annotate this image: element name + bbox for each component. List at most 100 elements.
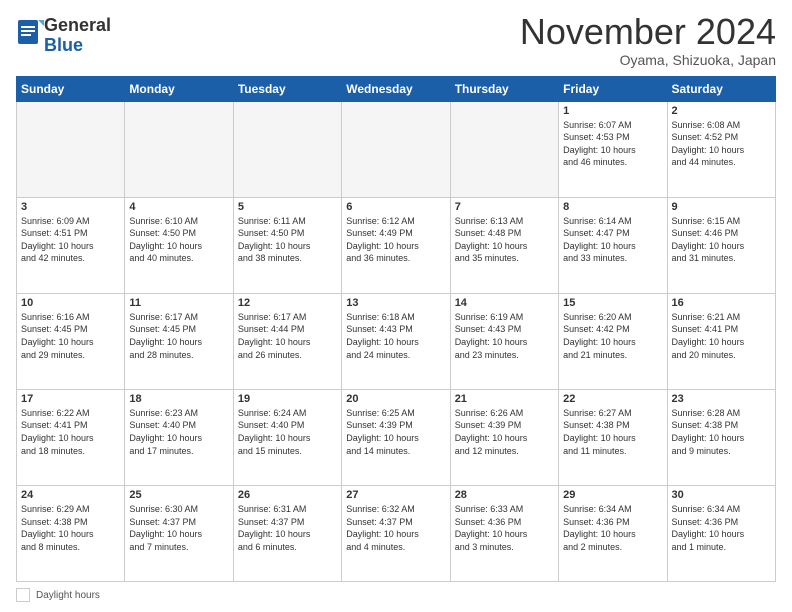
day-number: 16 — [672, 297, 771, 309]
table-row: 23 Sunrise: 6:28 AM Sunset: 4:38 PM Dayli… — [667, 389, 775, 485]
day-number: 27 — [346, 489, 445, 501]
table-row: 10 Sunrise: 6:16 AM Sunset: 4:45 PM Dayli… — [17, 293, 125, 389]
day-info: Sunrise: 6:28 AM Sunset: 4:38 PM Dayligh… — [672, 407, 771, 457]
table-row — [125, 101, 233, 197]
day-number: 4 — [129, 201, 228, 213]
location: Oyama, Shizuoka, Japan — [520, 52, 776, 68]
col-monday: Monday — [125, 76, 233, 101]
day-info: Sunrise: 6:32 AM Sunset: 4:37 PM Dayligh… — [346, 503, 445, 553]
logo: General Blue — [16, 12, 111, 56]
table-row: 4 Sunrise: 6:10 AM Sunset: 4:50 PM Daylig… — [125, 197, 233, 293]
legend-box — [16, 588, 30, 602]
day-number: 8 — [563, 201, 662, 213]
day-info: Sunrise: 6:11 AM Sunset: 4:50 PM Dayligh… — [238, 215, 337, 265]
day-info: Sunrise: 6:25 AM Sunset: 4:39 PM Dayligh… — [346, 407, 445, 457]
day-number: 9 — [672, 201, 771, 213]
table-row: 28Sunrise: 6:33 AM Sunset: 4:36 PM Dayli… — [450, 485, 558, 581]
table-row: 11Sunrise: 6:17 AM Sunset: 4:45 PM Dayli… — [125, 293, 233, 389]
table-row: 13Sunrise: 6:18 AM Sunset: 4:43 PM Dayli… — [342, 293, 450, 389]
table-row: 24 Sunrise: 6:29 AM Sunset: 4:38 PM Dayli… — [17, 485, 125, 581]
day-number: 11 — [129, 297, 228, 309]
day-info: Sunrise: 6:09 AM Sunset: 4:51 PM Dayligh… — [21, 215, 120, 265]
table-row — [450, 101, 558, 197]
day-info: Sunrise: 6:17 AM Sunset: 4:44 PM Dayligh… — [238, 311, 337, 361]
day-info: Sunrise: 6:31 AM Sunset: 4:37 PM Dayligh… — [238, 503, 337, 553]
day-number: 28 — [455, 489, 554, 501]
table-row: 3 Sunrise: 6:09 AM Sunset: 4:51 PM Daylig… — [17, 197, 125, 293]
col-thursday: Thursday — [450, 76, 558, 101]
table-row: 30Sunrise: 6:34 AM Sunset: 4:36 PM Dayli… — [667, 485, 775, 581]
day-info: Sunrise: 6:20 AM Sunset: 4:42 PM Dayligh… — [563, 311, 662, 361]
month-title: November 2024 — [520, 12, 776, 52]
day-info: Sunrise: 6:26 AM Sunset: 4:39 PM Dayligh… — [455, 407, 554, 457]
day-info: Sunrise: 6:24 AM Sunset: 4:40 PM Dayligh… — [238, 407, 337, 457]
calendar-table: Sunday Monday Tuesday Wednesday Thursday… — [16, 76, 776, 582]
calendar-week-row: 3 Sunrise: 6:09 AM Sunset: 4:51 PM Daylig… — [17, 197, 776, 293]
day-info: Sunrise: 6:19 AM Sunset: 4:43 PM Dayligh… — [455, 311, 554, 361]
col-friday: Friday — [559, 76, 667, 101]
day-info: Sunrise: 6:29 AM Sunset: 4:38 PM Dayligh… — [21, 503, 120, 553]
logo-text: General Blue — [44, 16, 111, 56]
day-number: 13 — [346, 297, 445, 309]
footer: Daylight hours — [16, 588, 776, 602]
table-row: 26 Sunrise: 6:31 AM Sunset: 4:37 PM Dayli… — [233, 485, 341, 581]
table-row: 27 Sunrise: 6:32 AM Sunset: 4:37 PM Dayli… — [342, 485, 450, 581]
day-info: Sunrise: 6:22 AM Sunset: 4:41 PM Dayligh… — [21, 407, 120, 457]
table-row: 9Sunrise: 6:15 AM Sunset: 4:46 PM Daylig… — [667, 197, 775, 293]
calendar-week-row: 1Sunrise: 6:07 AM Sunset: 4:53 PM Daylig… — [17, 101, 776, 197]
day-info: Sunrise: 6:16 AM Sunset: 4:45 PM Dayligh… — [21, 311, 120, 361]
logo-icon — [16, 16, 44, 48]
logo-general-text: General — [44, 16, 111, 36]
table-row: 22 Sunrise: 6:27 AM Sunset: 4:38 PM Dayli… — [559, 389, 667, 485]
day-info: Sunrise: 6:30 AM Sunset: 4:37 PM Dayligh… — [129, 503, 228, 553]
table-row: 19 Sunrise: 6:24 AM Sunset: 4:40 PM Dayli… — [233, 389, 341, 485]
table-row: 1Sunrise: 6:07 AM Sunset: 4:53 PM Daylig… — [559, 101, 667, 197]
day-number: 23 — [672, 393, 771, 405]
table-row: 16 Sunrise: 6:21 AM Sunset: 4:41 PM Dayli… — [667, 293, 775, 389]
day-info: Sunrise: 6:13 AM Sunset: 4:48 PM Dayligh… — [455, 215, 554, 265]
col-saturday: Saturday — [667, 76, 775, 101]
day-number: 20 — [346, 393, 445, 405]
calendar-week-row: 10 Sunrise: 6:16 AM Sunset: 4:45 PM Dayli… — [17, 293, 776, 389]
table-row — [17, 101, 125, 197]
table-row: 5 Sunrise: 6:11 AM Sunset: 4:50 PM Daylig… — [233, 197, 341, 293]
col-wednesday: Wednesday — [342, 76, 450, 101]
day-number: 14 — [455, 297, 554, 309]
col-tuesday: Tuesday — [233, 76, 341, 101]
day-info: Sunrise: 6:34 AM Sunset: 4:36 PM Dayligh… — [672, 503, 771, 553]
day-number: 24 — [21, 489, 120, 501]
day-number: 26 — [238, 489, 337, 501]
table-row: 29 Sunrise: 6:34 AM Sunset: 4:36 PM Dayli… — [559, 485, 667, 581]
day-number: 3 — [21, 201, 120, 213]
day-number: 12 — [238, 297, 337, 309]
table-row: 20 Sunrise: 6:25 AM Sunset: 4:39 PM Dayli… — [342, 389, 450, 485]
day-info: Sunrise: 6:34 AM Sunset: 4:36 PM Dayligh… — [563, 503, 662, 553]
day-number: 5 — [238, 201, 337, 213]
table-row: 12 Sunrise: 6:17 AM Sunset: 4:44 PM Dayli… — [233, 293, 341, 389]
footer-legend: Daylight hours — [16, 588, 100, 602]
day-info: Sunrise: 6:21 AM Sunset: 4:41 PM Dayligh… — [672, 311, 771, 361]
day-number: 19 — [238, 393, 337, 405]
table-row: 17 Sunrise: 6:22 AM Sunset: 4:41 PM Dayli… — [17, 389, 125, 485]
table-row: 6Sunrise: 6:12 AM Sunset: 4:49 PM Daylig… — [342, 197, 450, 293]
day-info: Sunrise: 6:27 AM Sunset: 4:38 PM Dayligh… — [563, 407, 662, 457]
page: General Blue November 2024 Oyama, Shizuo… — [0, 0, 792, 612]
table-row: 8Sunrise: 6:14 AM Sunset: 4:47 PM Daylig… — [559, 197, 667, 293]
title-area: November 2024 Oyama, Shizuoka, Japan — [520, 12, 776, 68]
day-number: 29 — [563, 489, 662, 501]
day-number: 17 — [21, 393, 120, 405]
header: General Blue November 2024 Oyama, Shizuo… — [16, 12, 776, 68]
day-number: 21 — [455, 393, 554, 405]
day-number: 22 — [563, 393, 662, 405]
logo-blue-text: Blue — [44, 36, 111, 56]
day-info: Sunrise: 6:07 AM Sunset: 4:53 PM Dayligh… — [563, 119, 662, 169]
legend-label: Daylight hours — [36, 590, 100, 601]
day-info: Sunrise: 6:10 AM Sunset: 4:50 PM Dayligh… — [129, 215, 228, 265]
table-row: 2Sunrise: 6:08 AM Sunset: 4:52 PM Daylig… — [667, 101, 775, 197]
table-row: 14 Sunrise: 6:19 AM Sunset: 4:43 PM Dayli… — [450, 293, 558, 389]
day-number: 10 — [21, 297, 120, 309]
table-row: 18Sunrise: 6:23 AM Sunset: 4:40 PM Dayli… — [125, 389, 233, 485]
calendar-header-row: Sunday Monday Tuesday Wednesday Thursday… — [17, 76, 776, 101]
day-number: 25 — [129, 489, 228, 501]
col-sunday: Sunday — [17, 76, 125, 101]
